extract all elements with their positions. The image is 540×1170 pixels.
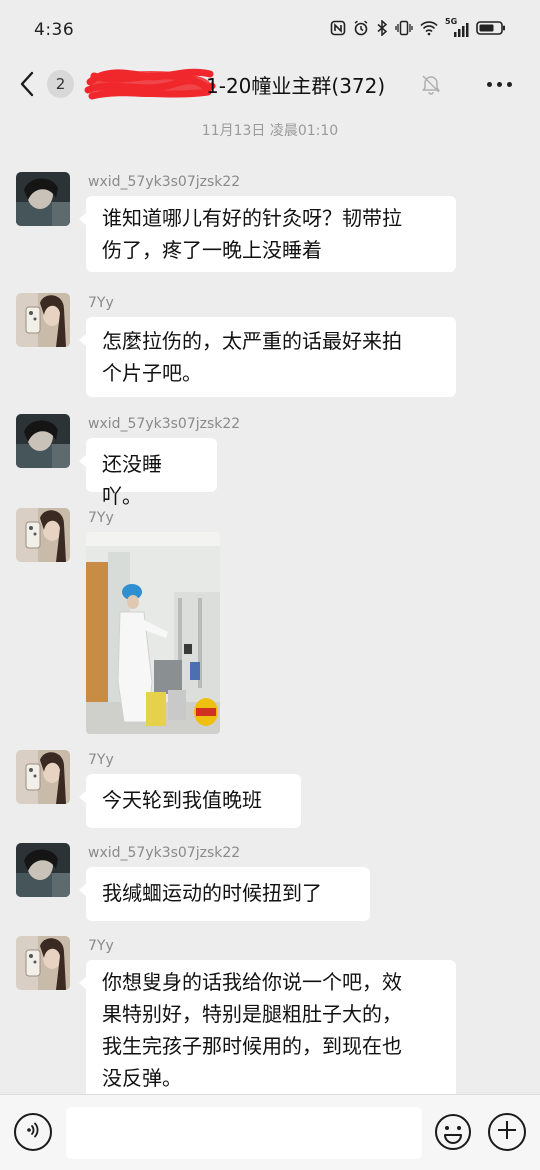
sender-name: 7Yy	[88, 295, 114, 311]
bluetooth-icon	[376, 19, 388, 40]
more-options-button[interactable]	[482, 70, 516, 98]
chat-input-bar	[0, 1094, 540, 1170]
avatar[interactable]	[16, 508, 70, 562]
avatar[interactable]	[16, 843, 70, 897]
message-bubble[interactable]: 怎麼拉伤的，太严重的话最好来拍 个片子吧。	[79, 317, 456, 397]
message-bubble[interactable]: 今天轮到我值晚班	[79, 774, 301, 828]
plus-icon	[497, 1120, 517, 1144]
message-line: 我生完孩子那时候用的，到现在也	[102, 1034, 402, 1058]
chevron-left-icon	[14, 68, 39, 100]
sender-name: 7Yy	[88, 938, 114, 954]
voice-input-button[interactable]	[14, 1113, 52, 1151]
more-dot	[506, 81, 512, 87]
message-line: 果特别好，特别是腿粗肚子大的，	[102, 1002, 402, 1026]
emoji-button[interactable]	[434, 1113, 472, 1151]
avatar[interactable]	[16, 936, 70, 990]
battery-icon	[476, 20, 506, 40]
avatar[interactable]	[16, 414, 70, 468]
sender-name: wxid_57yk3s07jzsk22	[88, 416, 241, 432]
mute-bell-icon	[420, 73, 442, 95]
sender-name: 7Yy	[88, 510, 114, 526]
sender-name: wxid_57yk3s07jzsk22	[88, 174, 241, 190]
message-timestamp: 11月13日 凌晨01:10	[201, 123, 339, 139]
message-line: 怎麼拉伤的，太严重的话最好来拍	[102, 329, 402, 353]
message-line: 伤了，疼了一晚上没睡着	[102, 238, 322, 262]
wifi-icon	[420, 20, 438, 40]
voice-wave-icon	[23, 1120, 43, 1144]
sender-name: 7Yy	[88, 752, 114, 768]
message-line: 谁知道哪儿有好的针灸呀？韧带拉	[102, 206, 402, 230]
image-message[interactable]	[86, 532, 220, 734]
status-icons: 5G	[330, 17, 506, 40]
message-line: 还没睡吖。	[102, 452, 162, 508]
message-input[interactable]	[66, 1107, 422, 1159]
signal-icon: 5G	[445, 17, 469, 38]
message-line: 你想叟身的话我给你说一个吧，效	[102, 970, 402, 994]
smiley-icon	[434, 1114, 472, 1155]
avatar[interactable]	[16, 750, 70, 804]
status-time: 4:36	[34, 20, 75, 40]
message-bubble[interactable]: 你想叟身的话我给你说一个吧，效 果特别好，特别是腿粗肚子大的， 我生完孩子那时候…	[79, 960, 456, 1100]
message-line: 今天轮到我值晚班	[102, 788, 262, 812]
more-dot	[486, 81, 492, 87]
alarm-icon	[353, 20, 369, 40]
sender-name: wxid_57yk3s07jzsk22	[88, 845, 241, 861]
back-button[interactable]: 2	[14, 68, 74, 100]
message-bubble[interactable]: 还没睡吖。	[79, 438, 217, 508]
message-bubble[interactable]: 我缄蜖运动的时候扭到了	[79, 867, 370, 921]
message-line: 个片子吧。	[102, 361, 202, 385]
avatar[interactable]	[16, 293, 70, 347]
more-dot	[496, 81, 502, 87]
message-line: 没反弹。	[102, 1066, 182, 1090]
avatar[interactable]	[16, 172, 70, 226]
vibrate-icon	[395, 20, 413, 40]
redaction-scribble	[84, 64, 216, 102]
chat-title: 1-20幢业主群(372)	[206, 74, 386, 98]
status-bar: 4:36 5G	[0, 0, 540, 60]
message-bubble[interactable]: 谁知道哪儿有好的针灸呀？韧带拉 伤了，疼了一晚上没睡着	[79, 196, 456, 272]
more-functions-button[interactable]	[488, 1113, 526, 1151]
nfc-icon	[330, 20, 346, 40]
chat-header: 2 1-20幢业主群(372)	[0, 60, 540, 108]
message-line: 我缄蜖运动的时候扭到了	[102, 881, 322, 905]
unread-count-badge: 2	[47, 70, 74, 98]
